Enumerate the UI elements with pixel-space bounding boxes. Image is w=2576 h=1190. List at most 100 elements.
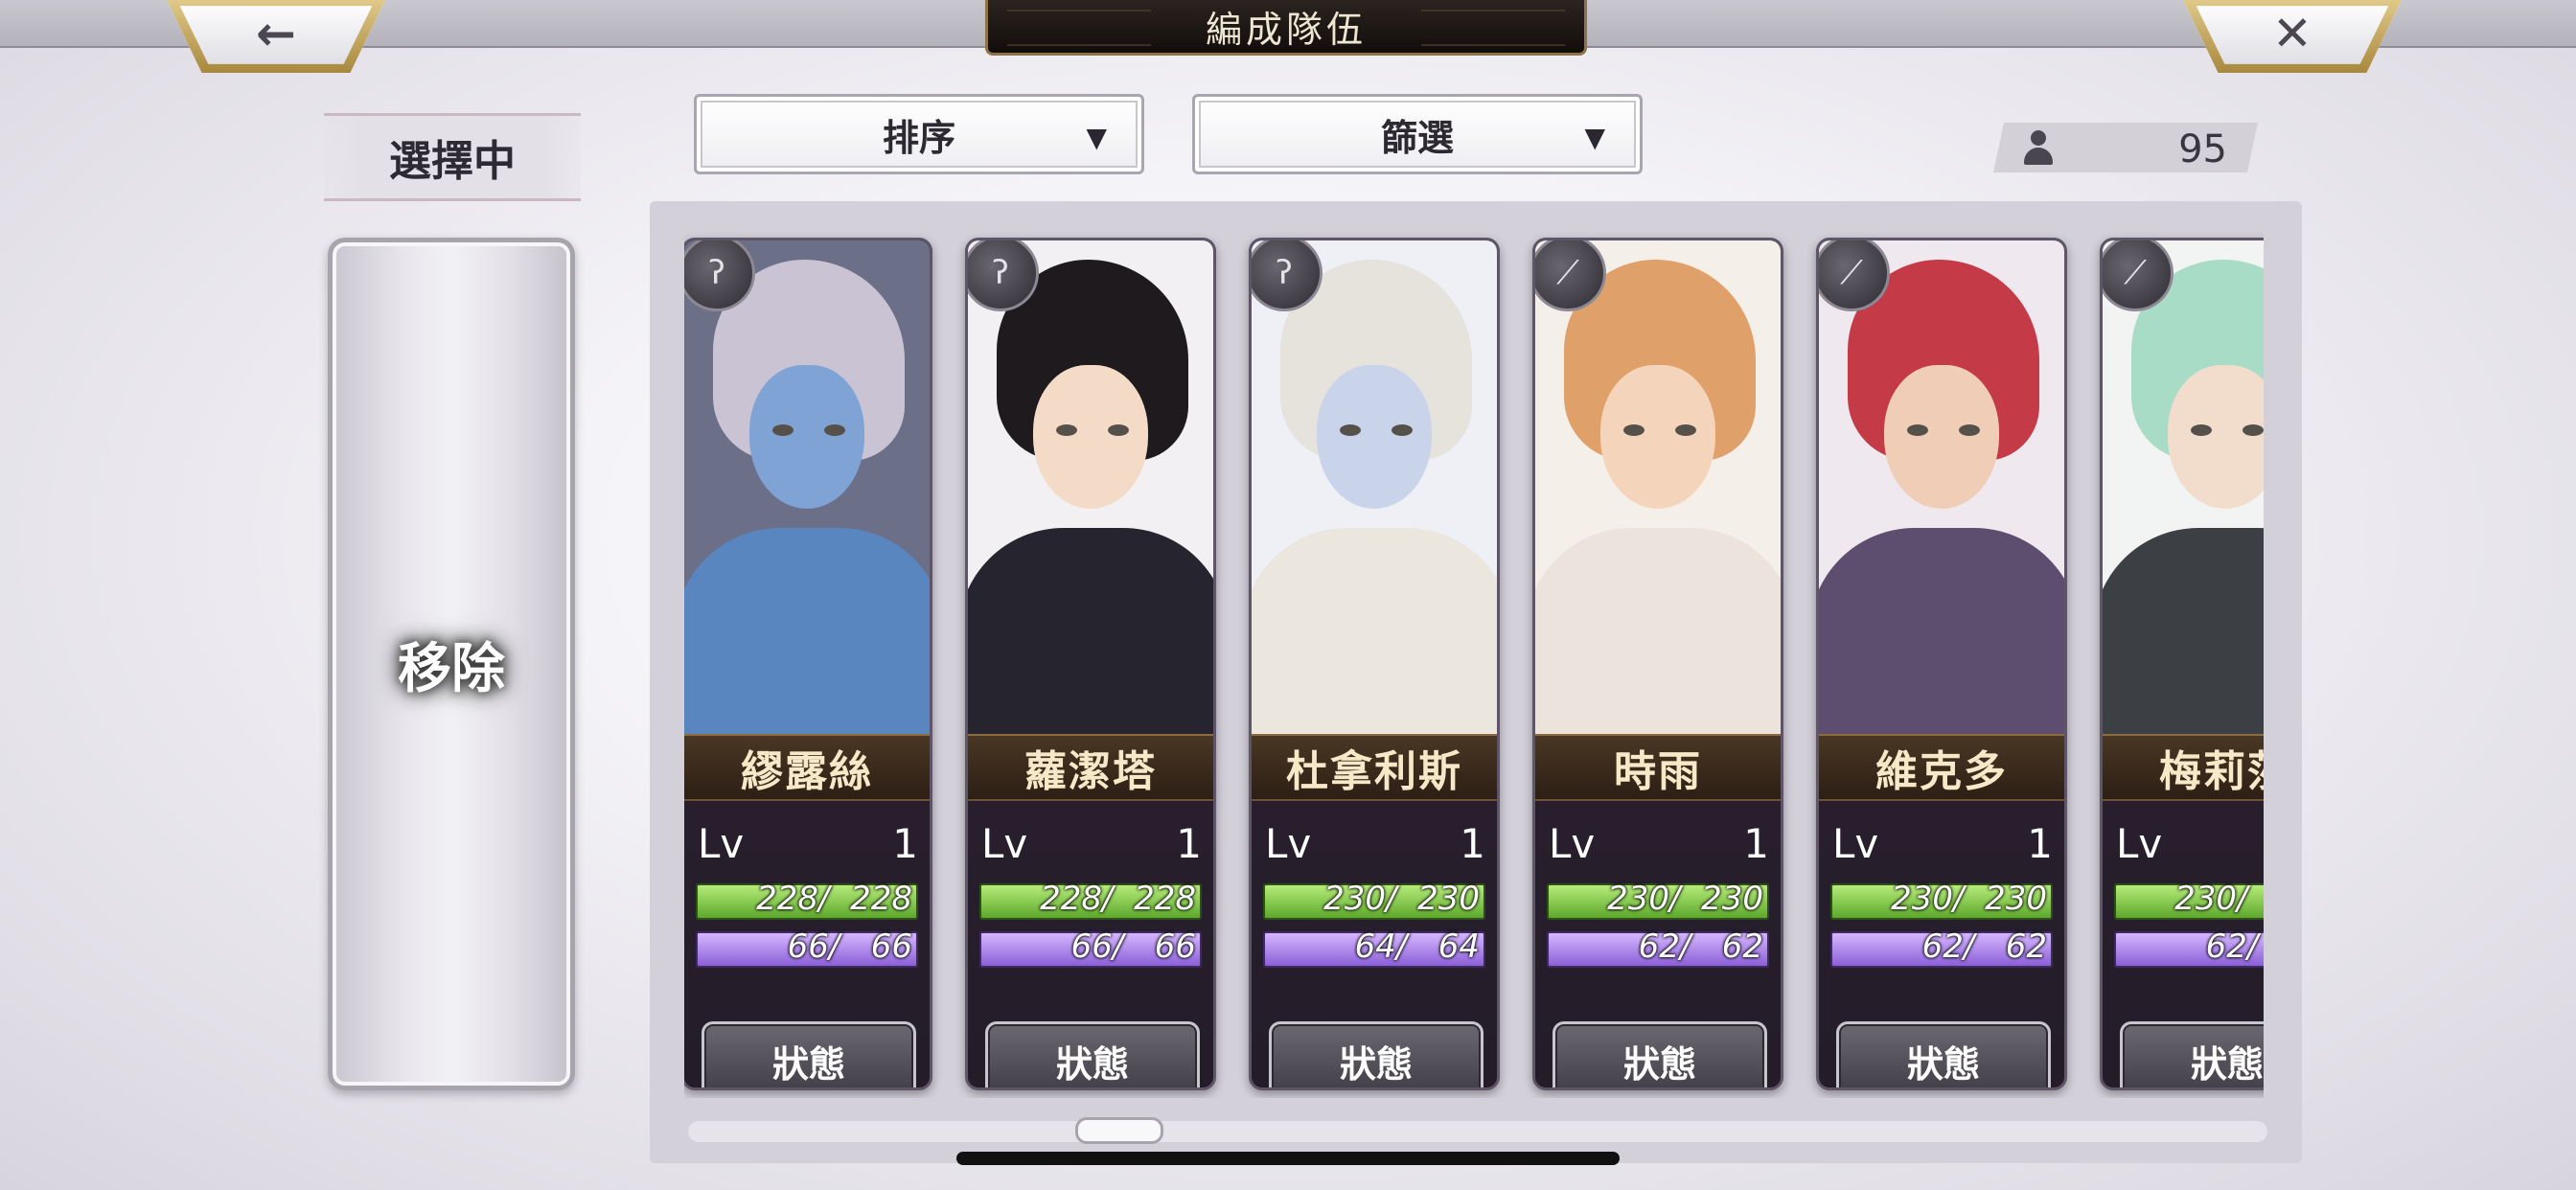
portrait-body [1535, 528, 1781, 734]
chevron-down-icon: ▼ [1086, 122, 1107, 153]
character-portrait [684, 240, 930, 734]
portrait-body [968, 528, 1213, 734]
character-portrait [1819, 240, 2064, 734]
character-card[interactable]: ʔ 繆露絲 Lv 1 228/ 228 66/ 66 狀態 [684, 238, 932, 1090]
sort-label: 排序 [882, 115, 955, 159]
portrait-body [1252, 528, 1497, 734]
character-card[interactable]: ʔ 蘿潔塔 Lv 1 228/ 228 66/ 66 狀態 [965, 238, 1216, 1090]
character-portrait [2103, 240, 2264, 734]
level-label: Lv [1549, 820, 1596, 867]
mp-bar: 66/ 66 [696, 927, 918, 968]
portrait-eye [1392, 424, 1413, 436]
remove-label: 移除 [398, 636, 505, 700]
chevron-down-icon: ▼ [1584, 122, 1605, 153]
status-button[interactable]: 狀態 [985, 1021, 1200, 1087]
level-value: 1 [2027, 820, 2053, 867]
mp-bar: 62/ 62 [1547, 927, 1769, 968]
remove-slot-button[interactable]: 移除 [328, 238, 575, 1090]
character-portrait [1535, 240, 1781, 734]
level-label: Lv [1265, 820, 1312, 867]
status-button[interactable]: 狀態 [702, 1021, 916, 1087]
character-portrait [968, 240, 1213, 734]
hp-bar: 228/ 228 [696, 880, 918, 920]
portrait-body [1819, 528, 2064, 734]
level-value: 1 [1460, 820, 1485, 867]
portrait-eye [1675, 424, 1696, 436]
mp-bar: 64/ 64 [1263, 927, 1485, 968]
character-name: 杜拿利斯 [1252, 734, 1497, 801]
status-button[interactable]: 狀態 [1836, 1021, 2051, 1087]
character-name: 梅莉莎 [2103, 734, 2264, 801]
mp-value: 62/ 62 [1921, 927, 2047, 966]
back-button[interactable]: ← [167, 0, 385, 73]
level-row: Lv 1 [1265, 820, 1485, 867]
character-list[interactable]: ʔ 繆露絲 Lv 1 228/ 228 66/ 66 狀態 ʔ 蘿潔塔 Lv 1 [684, 230, 2264, 1098]
portrait-eye [2191, 424, 2212, 436]
filter-label: 篩選 [1380, 115, 1454, 159]
level-label: Lv [1832, 820, 1879, 867]
character-stats: Lv 1 228/ 228 66/ 66 狀態 [684, 801, 930, 1087]
portrait-body [2103, 528, 2264, 734]
character-stats: Lv 1 230/ 230 62/ 62 狀態 [2103, 801, 2264, 1087]
level-value: 1 [892, 820, 918, 867]
character-name: 時雨 [1535, 734, 1781, 801]
hp-value: 230/ 230 [2174, 880, 2248, 918]
portrait-body [684, 528, 930, 734]
portrait-eye [1340, 424, 1361, 436]
level-row: Lv 1 [1549, 820, 1769, 867]
portrait-eye [1959, 424, 1980, 436]
level-row: Lv 1 [698, 820, 918, 867]
hp-value: 228/ 228 [756, 880, 912, 918]
scrollbar-thumb[interactable] [1075, 1117, 1163, 1144]
sort-dropdown[interactable]: 排序 ▼ [694, 94, 1144, 174]
portrait-eye [824, 424, 845, 436]
hp-bar: 230/ 230 [1830, 880, 2053, 920]
portrait-face [1317, 365, 1432, 509]
level-row: Lv 1 [981, 820, 1202, 867]
character-stats: Lv 1 230/ 230 62/ 62 狀態 [1819, 801, 2064, 1087]
hp-value: 230/ 230 [1607, 880, 1763, 918]
character-stats: Lv 1 230/ 230 62/ 62 狀態 [1535, 801, 1781, 1087]
hp-value: 230/ 230 [1891, 880, 2047, 918]
portrait-face [1600, 365, 1715, 509]
character-card[interactable]: ⟋ 維克多 Lv 1 230/ 230 62/ 62 狀態 [1816, 238, 2067, 1090]
mp-value: 64/ 64 [1354, 927, 1480, 966]
character-name: 繆露絲 [684, 734, 930, 801]
hp-bar: 230/ 230 [2114, 880, 2264, 920]
selecting-label: 選擇中 [324, 113, 581, 201]
portrait-eye [1108, 424, 1129, 436]
status-button[interactable]: 狀態 [1552, 1021, 1767, 1087]
portrait-face [1884, 365, 1999, 509]
portrait-eye [1623, 424, 1644, 436]
filter-dropdown[interactable]: 篩選 ▼ [1192, 94, 1643, 174]
level-value: 1 [1743, 820, 1769, 867]
home-indicator [956, 1152, 1620, 1165]
character-stats: Lv 1 228/ 228 66/ 66 狀態 [968, 801, 1213, 1087]
character-card[interactable]: ʔ 杜拿利斯 Lv 1 230/ 230 64/ 64 狀態 [1249, 238, 1500, 1090]
portrait-face [1033, 365, 1148, 509]
character-name: 維克多 [1819, 734, 2064, 801]
hp-bar: 228/ 228 [979, 880, 1202, 920]
mp-value: 62/ 62 [2205, 927, 2259, 966]
character-portrait [1252, 240, 1497, 734]
level-value: 1 [1176, 820, 1202, 867]
character-name: 蘿潔塔 [968, 734, 1213, 801]
close-button[interactable]: ✕ [2183, 0, 2402, 73]
level-label: Lv [981, 820, 1028, 867]
level-row: Lv 1 [2116, 820, 2264, 867]
roster-count-value: 95 [2178, 127, 2227, 172]
roster-count: 95 [1993, 123, 2258, 172]
mp-bar: 62/ 62 [2114, 927, 2264, 968]
portrait-eye [2242, 424, 2264, 436]
horizontal-scrollbar[interactable] [688, 1121, 2267, 1142]
level-label: Lv [2116, 820, 2163, 867]
person-icon [2022, 130, 2055, 167]
close-icon: ✕ [2272, 6, 2312, 61]
hp-value: 230/ 230 [1323, 880, 1480, 918]
character-card[interactable]: ⟋ 時雨 Lv 1 230/ 230 62/ 62 狀態 [1532, 238, 1783, 1090]
character-card[interactable]: ⟋ 梅莉莎 Lv 1 230/ 230 62/ 62 狀態 [2100, 238, 2264, 1090]
status-button[interactable]: 狀態 [1269, 1021, 1484, 1087]
mp-bar: 62/ 62 [1830, 927, 2053, 968]
status-button[interactable]: 狀態 [2120, 1021, 2264, 1087]
portrait-eye [1907, 424, 1928, 436]
